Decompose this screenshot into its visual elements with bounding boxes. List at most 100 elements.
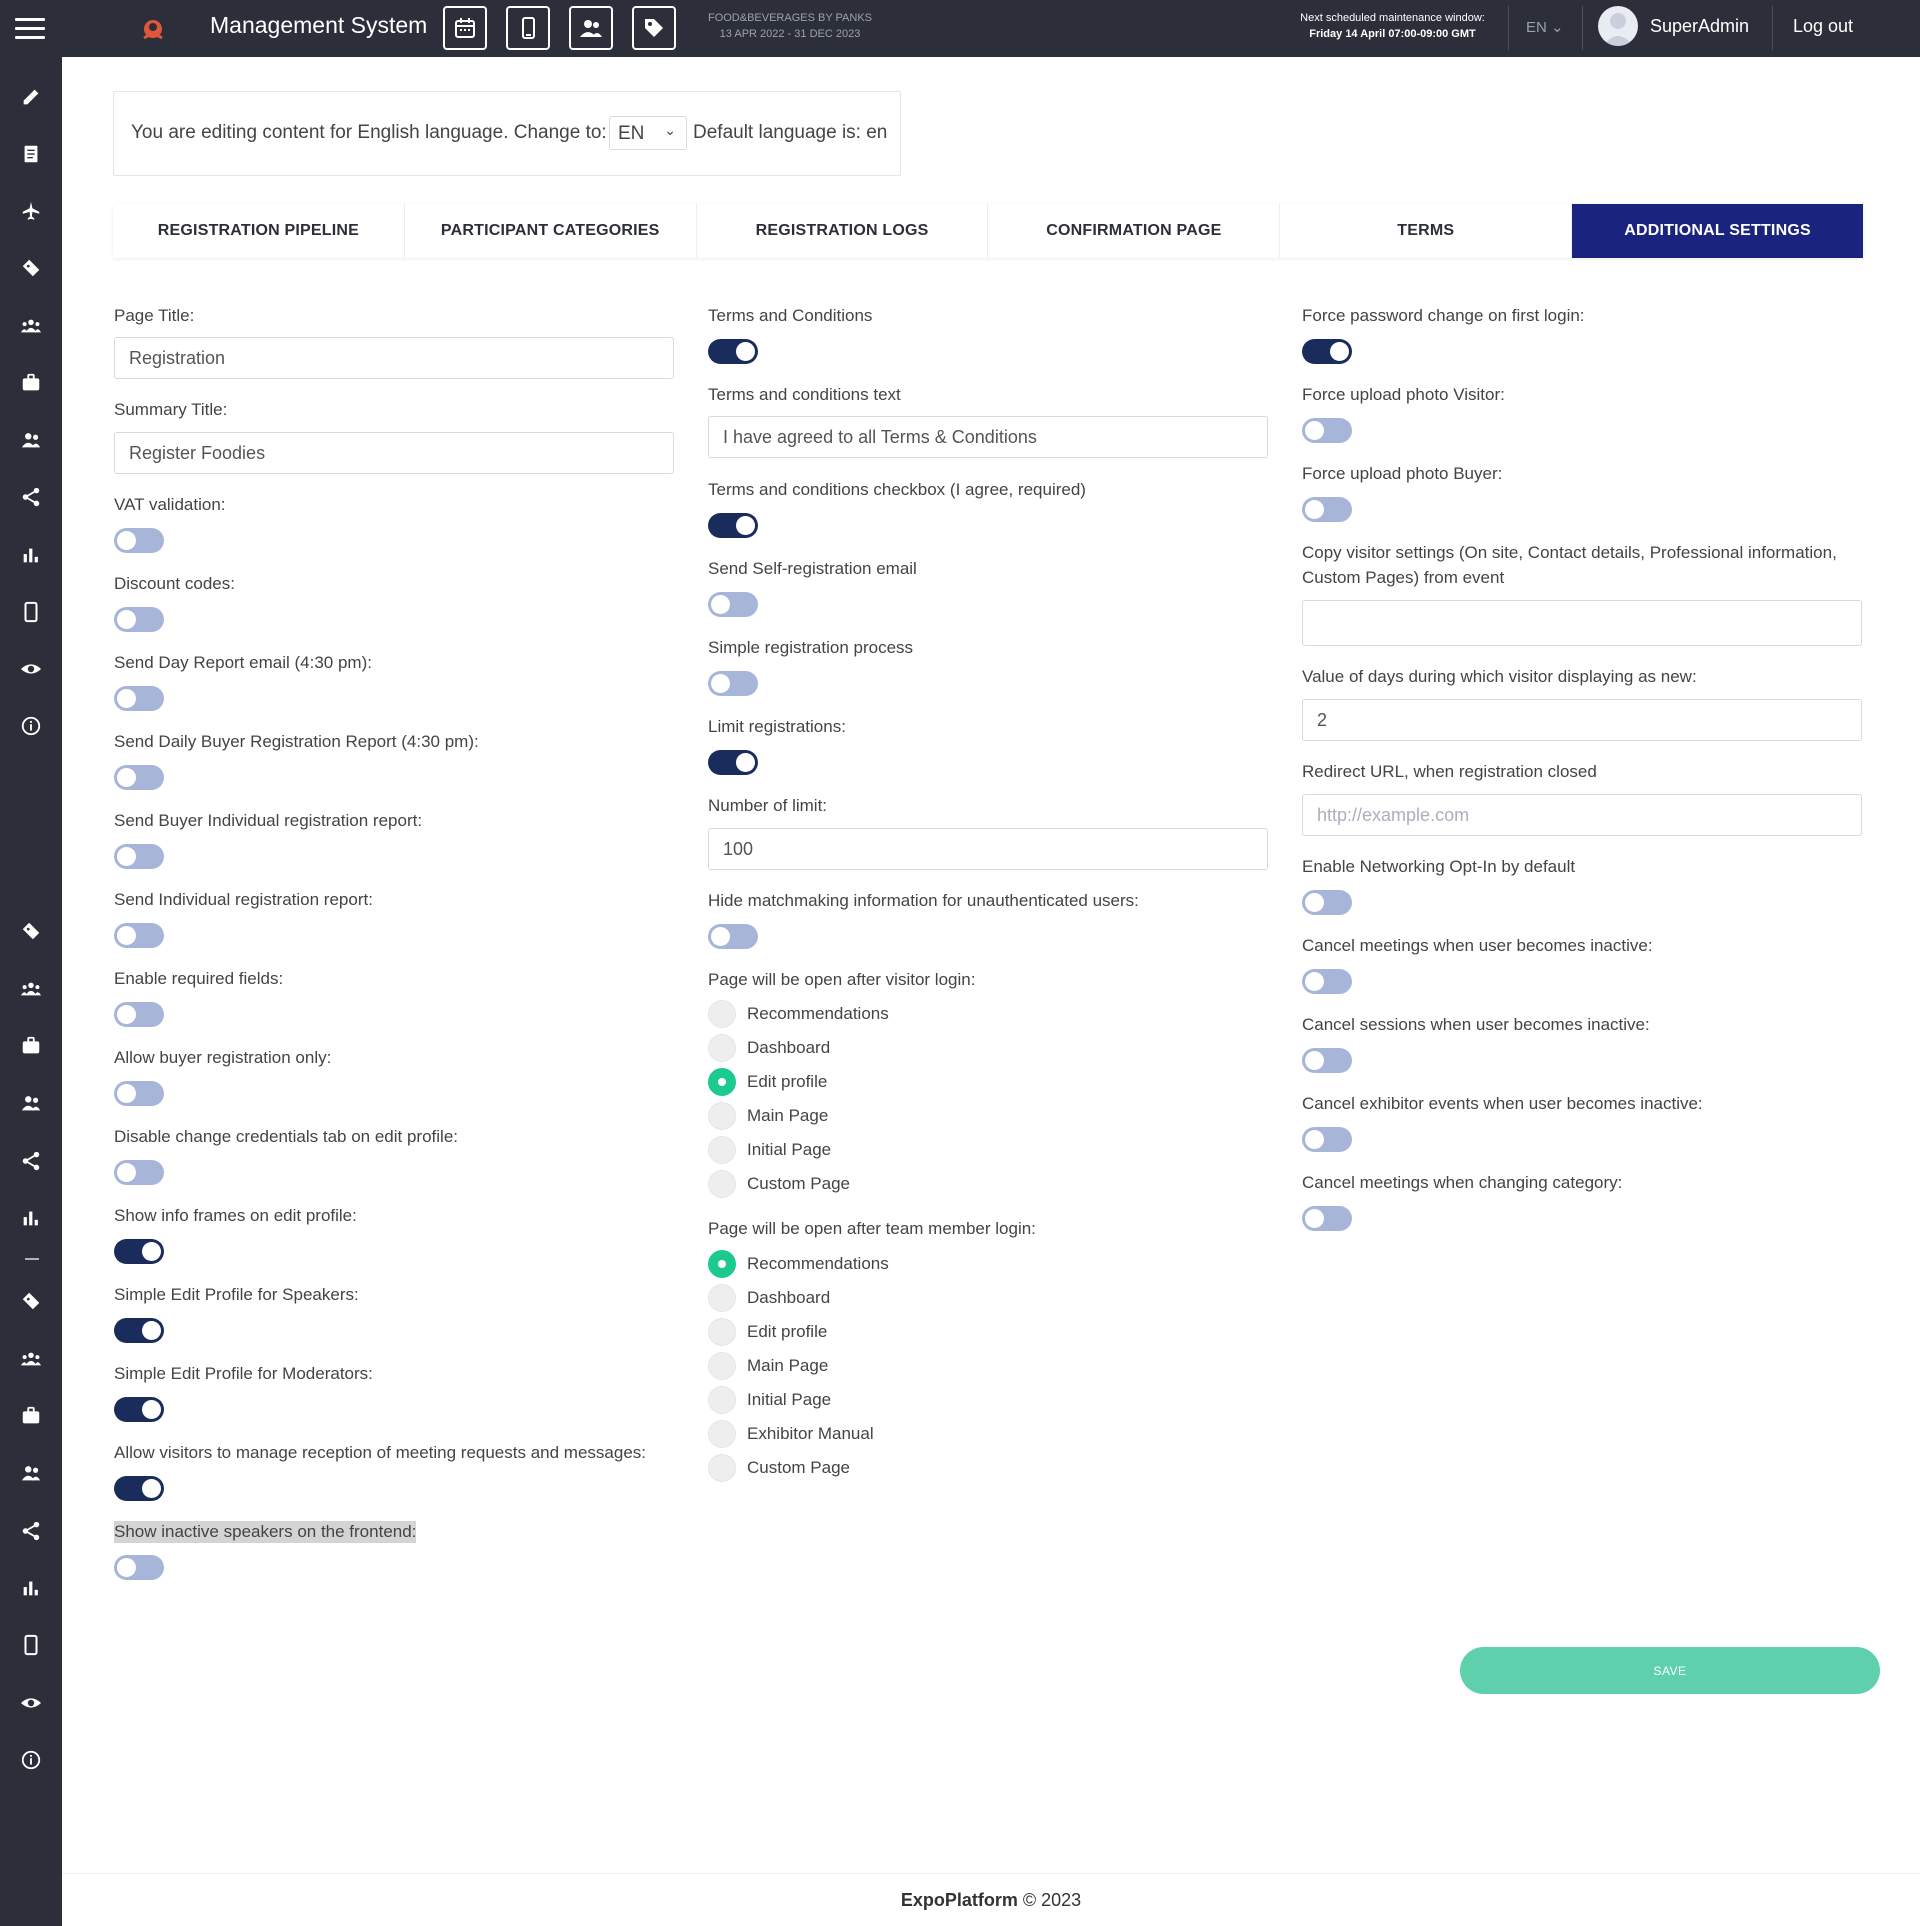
tab-additional-settings[interactable]: ADDITIONAL SETTINGS <box>1572 204 1863 258</box>
briefcase-icon[interactable] <box>19 1404 43 1428</box>
setting-toggle[interactable] <box>114 1081 164 1106</box>
radio-option[interactable] <box>708 1000 736 1028</box>
ticket-icon[interactable] <box>19 1289 43 1313</box>
ticket-icon[interactable] <box>19 256 43 280</box>
setting-toggle[interactable] <box>114 1318 164 1343</box>
radio-option[interactable] <box>708 1420 736 1448</box>
avatar[interactable] <box>1598 6 1638 46</box>
toggle-knob <box>142 1400 161 1419</box>
cancel-sessions-toggle[interactable] <box>1302 1048 1352 1073</box>
radio-option-label: Custom Page <box>747 1458 850 1477</box>
setting-toggle[interactable] <box>114 844 164 869</box>
mobile-button[interactable] <box>506 6 550 50</box>
page-title-input[interactable]: Registration <box>114 337 674 379</box>
ticket-icon[interactable] <box>19 919 43 943</box>
list-icon[interactable] <box>19 142 43 166</box>
chart-icon[interactable] <box>19 1576 43 1600</box>
setting-toggle[interactable] <box>114 1555 164 1580</box>
toggle-knob <box>117 689 136 708</box>
terms-text-input[interactable]: I have agreed to all Terms & Conditions <box>708 416 1268 458</box>
radio-option[interactable] <box>708 1386 736 1414</box>
redirect-url-input[interactable]: http://example.com <box>1302 794 1862 836</box>
cancel-meetings-toggle[interactable] <box>1302 969 1352 994</box>
terms-toggle[interactable] <box>708 339 758 364</box>
networking-optin-toggle[interactable] <box>1302 890 1352 915</box>
toggle-knob <box>117 531 136 550</box>
chart-icon[interactable] <box>19 543 43 567</box>
share-icon[interactable] <box>19 1149 43 1173</box>
calendar-button[interactable] <box>443 6 487 50</box>
setting-label: Send Day Report email (4:30 pm): <box>114 653 372 672</box>
setting-toggle[interactable] <box>114 765 164 790</box>
group-icon[interactable] <box>19 1347 43 1371</box>
mobile-icon[interactable] <box>19 1633 43 1657</box>
logout-link[interactable]: Log out <box>1793 16 1853 37</box>
setting-toggle[interactable] <box>114 607 164 632</box>
briefcase-icon[interactable] <box>19 1034 43 1058</box>
users-button[interactable] <box>569 6 613 50</box>
radio-option[interactable] <box>708 1170 736 1198</box>
setting-toggle[interactable] <box>114 1160 164 1185</box>
tab-confirmation-page[interactable]: CONFIRMATION PAGE <box>988 204 1281 258</box>
menu-icon[interactable] <box>15 18 45 40</box>
copy-visitor-settings-input[interactable] <box>1302 600 1862 646</box>
radio-option[interactable] <box>708 1068 736 1096</box>
simple-registration-toggle[interactable] <box>708 671 758 696</box>
eye-icon[interactable] <box>19 1691 43 1715</box>
radio-option[interactable] <box>708 1454 736 1482</box>
user-name[interactable]: SuperAdmin <box>1650 16 1749 37</box>
save-button[interactable]: SAVE <box>1460 1647 1880 1694</box>
setting-toggle[interactable] <box>114 528 164 553</box>
radio-option[interactable] <box>708 1352 736 1380</box>
share-icon[interactable] <box>19 1519 43 1543</box>
self-registration-email-toggle[interactable] <box>708 592 758 617</box>
number-of-limit-input[interactable]: 100 <box>708 828 1268 870</box>
setting-toggle[interactable] <box>114 1476 164 1501</box>
briefcase-icon[interactable] <box>19 371 43 395</box>
hide-matchmaking-toggle[interactable] <box>708 924 758 949</box>
mobile-icon[interactable] <box>19 600 43 624</box>
new-visitor-days-input[interactable]: 2 <box>1302 699 1862 741</box>
radio-option[interactable] <box>708 1284 736 1312</box>
share-icon[interactable] <box>19 485 43 509</box>
maintenance-time: Friday 14 April 07:00-09:00 GMT <box>1309 28 1476 40</box>
cancel-category-toggle[interactable] <box>1302 1206 1352 1231</box>
eye-icon[interactable] <box>19 657 43 681</box>
radio-option[interactable] <box>708 1250 736 1278</box>
setting-toggle[interactable] <box>114 1002 164 1027</box>
info-icon[interactable] <box>19 714 43 738</box>
radio-option[interactable] <box>708 1034 736 1062</box>
tab-registration-logs[interactable]: REGISTRATION LOGS <box>696 204 989 258</box>
tab-participant-categories[interactable]: PARTICIPANT CATEGORIES <box>404 204 697 258</box>
info-icon[interactable] <box>19 1748 43 1772</box>
chart-icon[interactable] <box>19 1206 43 1230</box>
summary-title-input[interactable]: Register Foodies <box>114 432 674 474</box>
language-select[interactable]: EN ⌄ <box>609 116 687 150</box>
tags-button[interactable] <box>632 6 676 50</box>
force-password-toggle[interactable] <box>1302 339 1352 364</box>
group-icon[interactable] <box>19 977 43 1001</box>
group-icon[interactable] <box>19 314 43 338</box>
people-icon[interactable] <box>19 1091 43 1115</box>
tab-terms[interactable]: TERMS <box>1280 204 1573 258</box>
users-icon <box>580 20 602 37</box>
setting-toggle[interactable] <box>114 923 164 948</box>
setting-toggle[interactable] <box>114 1239 164 1264</box>
limit-registrations-toggle[interactable] <box>708 750 758 775</box>
people-icon[interactable] <box>19 1461 43 1485</box>
tab-registration-pipeline[interactable]: REGISTRATION PIPELINE <box>113 204 405 258</box>
radio-option[interactable] <box>708 1136 736 1164</box>
setting-toggle[interactable] <box>114 1397 164 1422</box>
edit-icon[interactable] <box>19 85 43 109</box>
radio-option[interactable] <box>708 1102 736 1130</box>
photo-visitor-toggle[interactable] <box>1302 418 1352 443</box>
people-icon[interactable] <box>19 428 43 452</box>
setting-label: Simple Edit Profile for Moderators: <box>114 1364 373 1383</box>
terms-checkbox-toggle[interactable] <box>708 513 758 538</box>
language-selector[interactable]: EN ⌄ <box>1526 18 1564 36</box>
cancel-exhibitor-events-toggle[interactable] <box>1302 1127 1352 1152</box>
photo-buyer-toggle[interactable] <box>1302 497 1352 522</box>
radio-option[interactable] <box>708 1318 736 1346</box>
plane-icon[interactable] <box>19 199 43 223</box>
setting-toggle[interactable] <box>114 686 164 711</box>
